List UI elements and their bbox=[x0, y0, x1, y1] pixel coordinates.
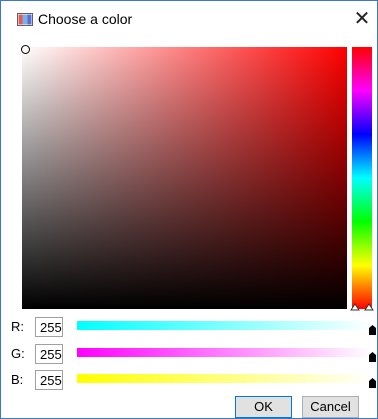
dialog-title: Choose a color bbox=[38, 11, 133, 27]
cancel-button[interactable]: Cancel bbox=[302, 396, 359, 418]
red-channel-row: R: 255 bbox=[1, 317, 378, 339]
close-icon[interactable]: ✕ bbox=[353, 8, 371, 30]
red-label: R: bbox=[11, 319, 24, 334]
color-picker-app-icon bbox=[17, 13, 33, 26]
sv-selection-marker[interactable] bbox=[21, 45, 30, 54]
hue-slider[interactable] bbox=[352, 47, 372, 309]
blue-label: B: bbox=[11, 372, 24, 387]
saturation-value-area[interactable] bbox=[22, 47, 347, 309]
red-slider-thumb[interactable] bbox=[369, 325, 376, 335]
green-channel-row: G: 255 bbox=[1, 344, 378, 366]
red-value-input[interactable]: 255 bbox=[35, 317, 63, 337]
ok-button[interactable]: OK bbox=[235, 396, 292, 418]
green-value-input[interactable]: 255 bbox=[35, 344, 63, 364]
red-slider-track[interactable] bbox=[77, 321, 373, 330]
color-dialog: Choose a color ✕ R: 255 G: 255 B: 255 OK… bbox=[0, 0, 378, 419]
green-slider-track[interactable] bbox=[77, 348, 373, 357]
blue-channel-row: B: 255 bbox=[1, 370, 378, 392]
hue-slider-handle[interactable] bbox=[350, 303, 374, 311]
blue-slider-track[interactable] bbox=[77, 374, 373, 383]
green-label: G: bbox=[11, 346, 25, 361]
green-slider-thumb[interactable] bbox=[369, 352, 376, 362]
blue-value-input[interactable]: 255 bbox=[35, 370, 63, 390]
blue-slider-thumb[interactable] bbox=[369, 378, 376, 388]
sv-black-gradient bbox=[22, 47, 347, 309]
title-bar: Choose a color ✕ bbox=[1, 1, 377, 39]
